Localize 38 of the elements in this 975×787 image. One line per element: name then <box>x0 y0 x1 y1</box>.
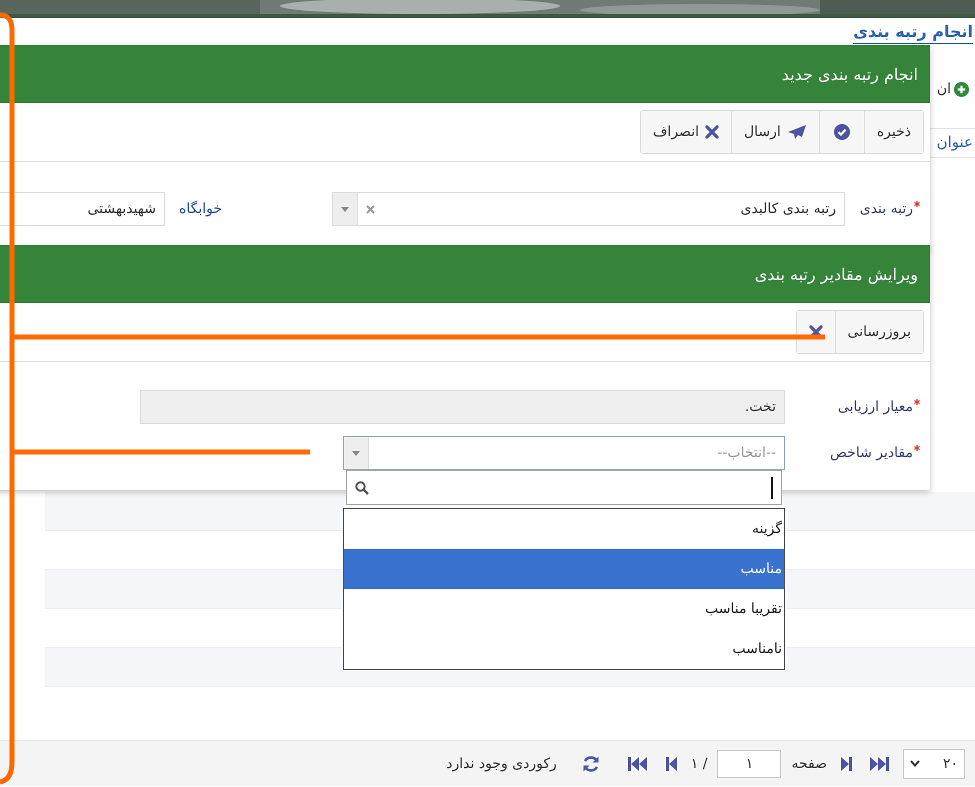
dropdown-option[interactable]: تقریبا مناسب <box>344 589 784 629</box>
plus-circle-icon <box>954 82 969 96</box>
chevron-down-icon <box>910 760 920 767</box>
caret-down-icon <box>352 450 360 456</box>
dialog-title: انجام رتبه بندی جدید <box>782 64 918 84</box>
select-field[interactable]: رتبه بندی کالبدی <box>332 192 845 226</box>
page-size-select[interactable]: ۲۰ <box>903 748 965 778</box>
action-button[interactable]: بروزرسانی <box>834 311 923 353</box>
dialog-title: ویرایش مقادیر رتبه بندی <box>754 264 918 284</box>
column-header[interactable]: عنوان <box>936 129 975 157</box>
skip-start-icon <box>628 756 650 772</box>
field-label: رتبه بندی <box>860 201 913 217</box>
add-button[interactable]: ان <box>930 76 975 102</box>
page-title: انجام رتبه بندی <box>853 22 973 44</box>
caret-down-icon <box>341 206 349 212</box>
input-field[interactable]: شهیدبهشتی <box>0 192 165 226</box>
page-input[interactable]: ۱ <box>717 750 782 778</box>
paper-plane-icon <box>786 124 807 140</box>
dropdown-option[interactable]: گزینه <box>344 509 784 549</box>
skip-end-icon <box>868 756 890 772</box>
check-circle-icon <box>834 124 850 140</box>
text-cursor <box>771 476 773 498</box>
field-label: معیار ارزیابی <box>838 399 913 415</box>
page-label: صفحه <box>791 756 827 772</box>
action-button[interactable]: ذخیره <box>864 111 923 153</box>
search-field[interactable] <box>346 470 782 505</box>
page-count: / ۱ <box>690 756 708 772</box>
skip-next-icon <box>840 756 852 772</box>
dropdown-option[interactable]: نامناسب <box>344 629 784 669</box>
field-label: مقادیر شاخص <box>830 445 913 461</box>
field-label: خوابگاه <box>178 201 222 217</box>
status-text: رکوردی وجود ندارد <box>446 756 557 772</box>
dropdown-option[interactable]: مناسب <box>344 549 784 589</box>
skip-previous-icon <box>666 756 678 772</box>
refresh-icon <box>582 754 600 772</box>
clear-icon <box>366 204 375 214</box>
close-icon <box>704 125 719 139</box>
search-icon <box>355 480 369 494</box>
